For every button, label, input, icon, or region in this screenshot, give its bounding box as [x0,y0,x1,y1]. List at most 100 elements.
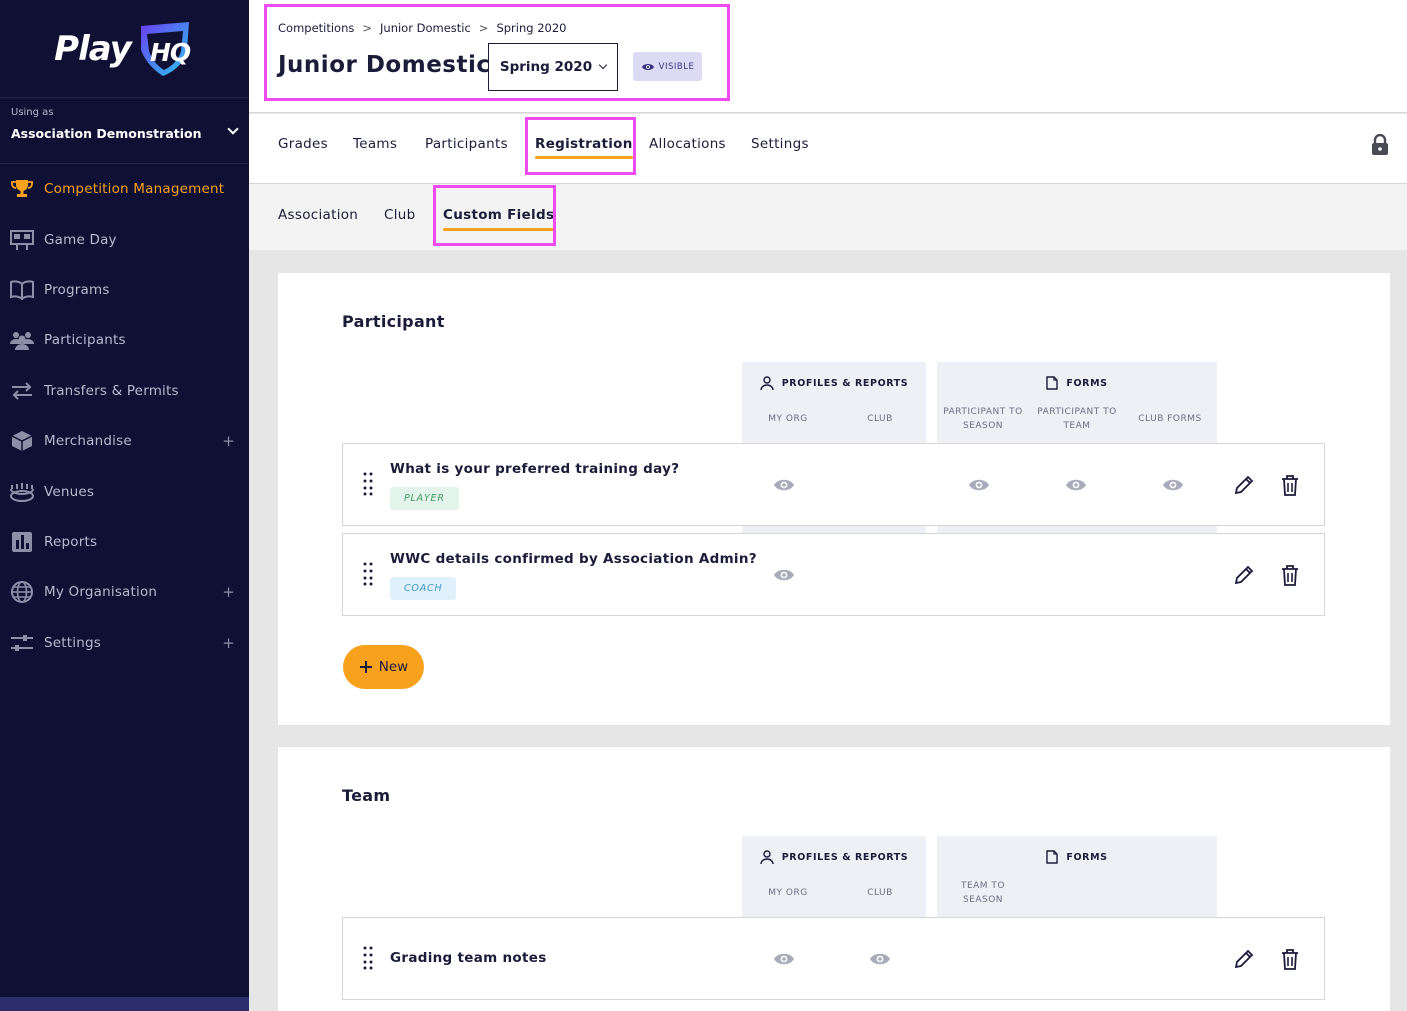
sidebar-item-game-day[interactable]: Game Day [0,214,249,264]
forms-label: FORMS [1066,851,1108,863]
column-participant-to-season: PARTICIPANT TO SEASON [943,407,1023,431]
eye-icon[interactable] [869,952,891,966]
sidebar-item-venues[interactable]: Venues [0,466,249,516]
subtab-association[interactable]: Association [278,207,358,223]
section-title-team: Team [342,786,391,805]
sidebar: Play HQ Using as Association Demonstrati… [0,0,249,1011]
sidebar-item-label: My Organisation [44,584,158,601]
sliders-icon [10,632,34,654]
sidebar-item-my-organisation[interactable]: My Organisation + [0,567,249,617]
using-as-label: Using as [11,107,54,118]
participant-custom-fields-card: Participant PROFILES & REPORTS MY ORG CL… [278,273,1390,725]
sidebar-item-competition-management[interactable]: Competition Management [0,164,249,214]
box-icon [10,430,34,452]
logo-shield-icon: HQ [140,21,192,76]
drag-handle-icon[interactable] [363,562,373,586]
expand-plus-icon[interactable]: + [222,634,235,652]
visibility-badge: VISIBLE [633,52,702,81]
custom-field-row[interactable]: What is your preferred training day? PLA… [342,443,1325,526]
eye-icon[interactable] [773,478,795,492]
custom-field-name: What is your preferred training day? [390,461,680,477]
edit-pencil-icon[interactable] [1233,564,1255,586]
team-custom-fields-card: Team PROFILES & REPORTS MY ORG CLUB FORM… [278,747,1390,1011]
breadcrumb-junior-domestic[interactable]: Junior Domestic [380,21,471,35]
user-icon [760,376,774,390]
sidebar-item-transfers-permits[interactable]: Transfers & Permits [0,366,249,416]
subtab-club[interactable]: Club [384,207,416,223]
new-custom-field-button[interactable]: New [343,645,424,689]
column-my-org: MY ORG [768,414,808,424]
sidebar-item-label: Game Day [44,231,117,248]
forms-header: FORMS [937,376,1217,390]
profiles-reports-label: PROFILES & REPORTS [781,851,909,863]
sidebar-item-reports[interactable]: Reports [0,517,249,567]
tab-registration[interactable]: Registration [535,136,633,159]
bar-chart-icon [10,531,34,553]
section-title-participant: Participant [342,312,445,331]
drag-handle-icon[interactable] [363,946,373,970]
forms-label: FORMS [1066,377,1108,389]
drag-handle-icon[interactable] [363,472,373,496]
column-club-forms: CLUB FORMS [1138,414,1202,424]
document-icon [1046,850,1059,864]
expand-plus-icon[interactable]: + [222,432,235,450]
organisation-switcher[interactable]: Using as Association Demonstration [0,98,249,164]
profiles-reports-column-group: PROFILES & REPORTS MY ORG CLUB [742,836,926,926]
eye-icon[interactable] [1065,478,1087,492]
trash-icon[interactable] [1279,474,1301,496]
sidebar-footer-bar [0,997,249,1011]
sidebar-item-merchandise[interactable]: Merchandise + [0,416,249,466]
svg-text:HQ: HQ [150,38,191,67]
playhq-logo[interactable]: Play HQ [0,0,249,98]
page-title: Junior Domestic [278,52,491,78]
document-icon [1046,376,1059,390]
book-icon [10,279,34,301]
eye-icon[interactable] [968,478,990,492]
expand-plus-icon[interactable]: + [222,583,235,601]
season-dropdown-value: Spring 2020 [499,59,593,75]
breadcrumb-competitions[interactable]: Competitions [278,21,354,35]
lock-icon[interactable] [1371,134,1389,156]
column-my-org: MY ORG [768,888,808,898]
tab-grades[interactable]: Grades [278,136,328,152]
profiles-reports-header: PROFILES & REPORTS [742,376,926,390]
custom-field-row[interactable]: WWC details confirmed by Association Adm… [342,533,1325,616]
profiles-reports-header: PROFILES & REPORTS [742,850,926,864]
custom-field-row[interactable]: Grading team notes [342,917,1325,1000]
eye-icon[interactable] [1162,478,1184,492]
custom-field-name: Grading team notes [390,950,547,966]
sidebar-item-label: Settings [44,634,101,651]
sidebar-item-settings[interactable]: Settings + [0,618,249,668]
role-tag-player: PLAYER [390,487,459,510]
role-tag-coach: COACH [390,577,457,600]
edit-pencil-icon[interactable] [1233,474,1255,496]
page-header: Competitions > Junior Domestic > Spring … [249,0,1407,113]
season-dropdown[interactable]: Spring 2020 [488,43,618,91]
sidebar-item-participants[interactable]: Participants [0,315,249,365]
eye-icon[interactable] [773,952,795,966]
trophy-icon [10,178,34,200]
tab-settings[interactable]: Settings [751,136,809,152]
edit-pencil-icon[interactable] [1233,948,1255,970]
new-button-label: New [378,659,409,675]
profiles-reports-label: PROFILES & REPORTS [781,377,909,389]
sidebar-item-programs[interactable]: Programs [0,265,249,315]
subtab-custom-fields[interactable]: Custom Fields [443,207,555,231]
sidebar-item-label: Participants [44,332,126,349]
scoreboard-icon [10,229,34,251]
logo-text-play: Play [54,28,132,69]
tab-teams[interactable]: Teams [353,136,397,152]
trash-icon[interactable] [1279,564,1301,586]
sidebar-item-label: Merchandise [44,433,132,450]
trash-icon[interactable] [1279,948,1301,970]
people-icon [10,329,34,351]
custom-field-name: WWC details confirmed by Association Adm… [390,551,757,567]
sub-tabs: Association Club Custom Fields [249,184,1407,250]
user-icon [760,850,774,864]
forms-column-group: FORMS TEAM TO SEASON [937,836,1217,926]
tab-allocations[interactable]: Allocations [649,136,726,152]
tab-participants[interactable]: Participants [425,136,508,152]
sidebar-nav: Competition Management Game Day Programs… [0,164,249,668]
sidebar-item-label: Competition Management [44,181,225,198]
eye-icon[interactable] [773,568,795,582]
